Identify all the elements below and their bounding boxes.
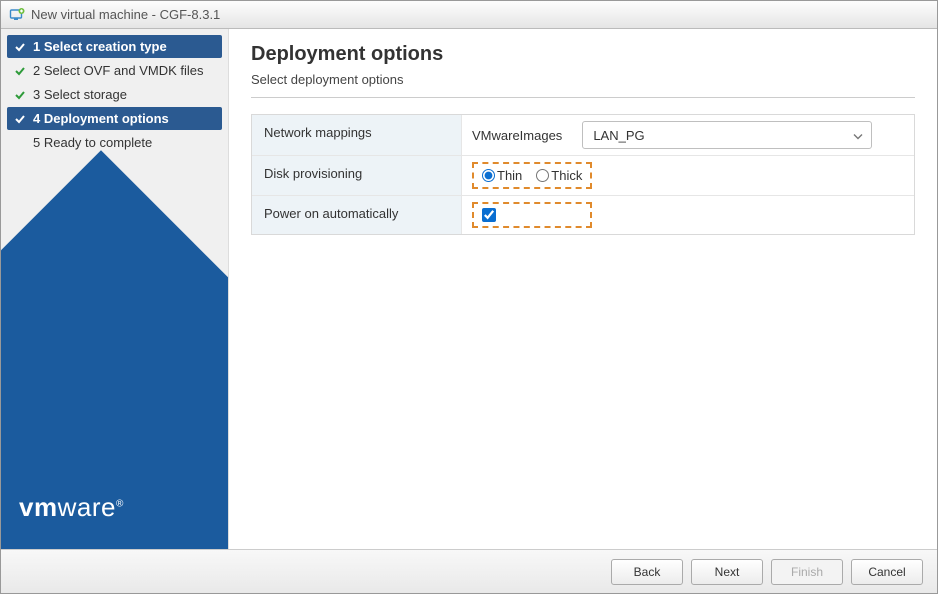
wizard-steps: 1 Select creation type 2 Select OVF and V… [1,29,228,155]
window-title: New virtual machine - CGF-8.3.1 [31,7,220,22]
page-subtitle: Select deployment options [251,72,915,98]
step-label: 1 Select creation type [33,39,167,54]
wizard-step-1[interactable]: 1 Select creation type [7,35,222,58]
value-disk-provisioning: Thin Thick [462,156,914,195]
step-label: 3 Select storage [33,87,127,102]
wizard-step-4[interactable]: 4 Deployment options [7,107,222,130]
label-network-mappings: Network mappings [252,115,462,155]
radio-thin-label: Thin [497,168,522,183]
vm-icon [9,7,25,23]
wizard-body: 1 Select creation type 2 Select OVF and V… [1,29,937,549]
row-network-mappings: Network mappings VMwareImages LAN_PG [252,115,914,156]
step-label: 5 Ready to complete [33,135,152,150]
step-label: 2 Select OVF and VMDK files [33,63,204,78]
check-icon [13,41,27,53]
disk-highlight: Thin Thick [472,162,592,189]
wizard-window: New virtual machine - CGF-8.3.1 1 Select… [0,0,938,594]
sidebar-decor [1,150,229,549]
logo-ware: ware [58,492,116,522]
check-icon [13,89,27,101]
cancel-button[interactable]: Cancel [851,559,923,585]
wizard-step-2[interactable]: 2 Select OVF and VMDK files [7,59,222,82]
check-icon [13,113,27,125]
titlebar: New virtual machine - CGF-8.3.1 [1,1,937,29]
value-power-on [462,196,914,234]
radio-thin[interactable]: Thin [482,168,522,183]
wizard-step-5[interactable]: 5 Ready to complete [7,131,222,154]
main-panel: Deployment options Select deployment opt… [229,29,937,549]
network-mapping-selected: LAN_PG [593,128,644,143]
logo-reg: ® [116,498,124,509]
radio-thick-input[interactable] [536,169,549,182]
logo-vm: vm [19,492,58,522]
network-source-name: VMwareImages [472,128,562,143]
wizard-footer: Back Next Finish Cancel [1,549,937,593]
value-network-mappings: VMwareImages LAN_PG [462,115,914,155]
power-highlight [472,202,592,228]
power-on-checkbox[interactable] [482,208,496,222]
network-mapping-select[interactable]: LAN_PG [582,121,872,149]
radio-thick[interactable]: Thick [536,168,582,183]
row-disk-provisioning: Disk provisioning Thin Thick [252,156,914,196]
chevron-down-icon [853,128,863,143]
wizard-step-3[interactable]: 3 Select storage [7,83,222,106]
vmware-logo: vmware® [19,492,124,523]
radio-thin-input[interactable] [482,169,495,182]
label-disk-provisioning: Disk provisioning [252,156,462,195]
page-title: Deployment options [251,43,915,66]
step-label: 4 Deployment options [33,111,169,126]
row-power-on: Power on automatically [252,196,914,234]
deployment-options-table: Network mappings VMwareImages LAN_PG Dis… [251,114,915,235]
radio-thick-label: Thick [551,168,582,183]
finish-button[interactable]: Finish [771,559,843,585]
back-button[interactable]: Back [611,559,683,585]
sidebar: 1 Select creation type 2 Select OVF and V… [1,29,229,549]
check-icon [13,65,27,77]
label-power-on: Power on automatically [252,196,462,234]
next-button[interactable]: Next [691,559,763,585]
